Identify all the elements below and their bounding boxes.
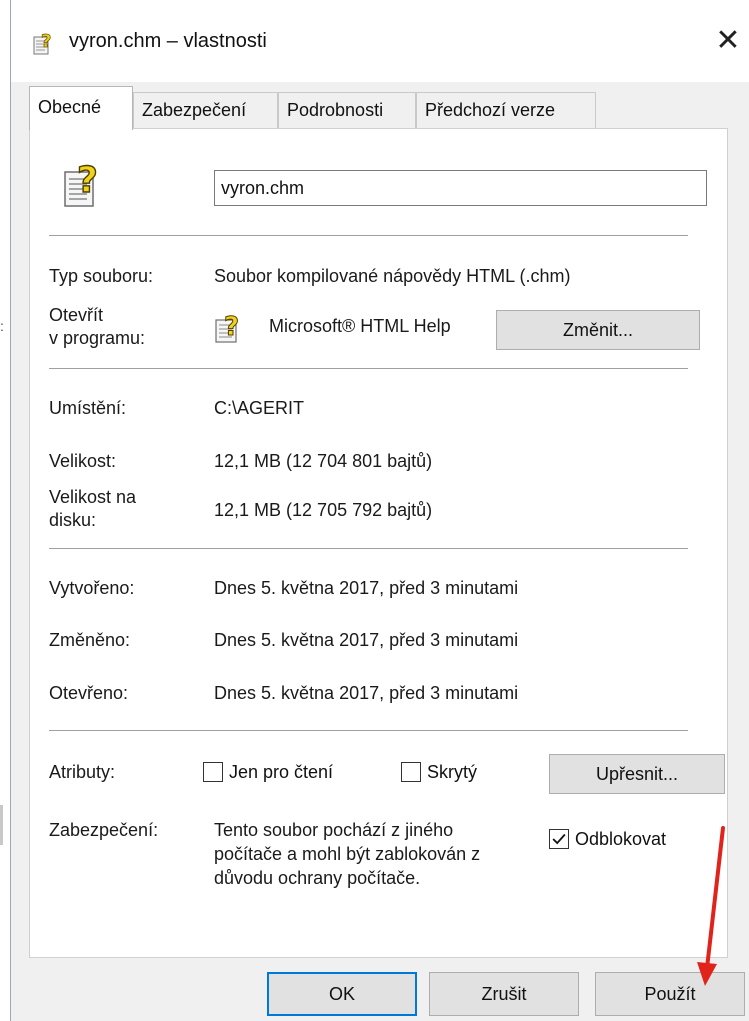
hidden-checkbox[interactable]: [401, 762, 421, 782]
close-icon[interactable]: ✕: [711, 24, 745, 58]
html-help-app-icon: ?: [215, 312, 240, 343]
accessed-label: Otevřeno:: [49, 683, 129, 703]
window-title: vyron.chm – vlastnosti: [69, 30, 267, 52]
file-type-value: Soubor kompilované nápovědy HTML (.chm): [214, 266, 571, 286]
security-text-line1: Tento soubor pochází z jiného: [214, 820, 454, 840]
size-value: 12,1 MB (12 704 801 bajtů): [214, 451, 433, 471]
location-value: C:\AGERIT: [214, 398, 305, 418]
change-button[interactable]: Změnit...: [496, 310, 700, 350]
created-value: Dnes 5. května 2017, před 3 minutami: [214, 578, 519, 598]
file-type-label: Typ souboru:: [49, 266, 154, 286]
title-bar[interactable]: ? vyron.chm – vlastnosti ✕: [11, 0, 749, 82]
checkmark-icon: [552, 833, 566, 845]
security-text-line3: důvodu ochrany počítače.: [214, 868, 421, 888]
tab-details[interactable]: Podrobnosti: [278, 92, 416, 128]
svg-text:?: ?: [77, 160, 98, 201]
attributes-label: Atributy:: [49, 762, 116, 782]
security-text-line2: počítače a mohl být zablokován z: [214, 844, 481, 864]
opens-with-label-line2: v programu:: [49, 328, 146, 348]
modified-value: Dnes 5. května 2017, před 3 minutami: [214, 630, 519, 650]
modified-label: Změněno:: [49, 630, 131, 650]
location-label: Umístění:: [49, 398, 127, 418]
left-edge-bar: [0, 805, 3, 845]
help-file-icon: ?: [33, 31, 52, 55]
opens-with-label-line1: Otevřít: [49, 305, 104, 325]
tab-security[interactable]: Zabezpečení: [133, 92, 278, 128]
cancel-button[interactable]: Zrušit: [429, 972, 579, 1016]
separator: [49, 235, 688, 236]
tab-general[interactable]: Obecné: [29, 86, 133, 130]
apply-button[interactable]: Použít: [595, 972, 745, 1016]
unblock-label[interactable]: Odblokovat: [575, 829, 666, 850]
file-name-field[interactable]: [214, 170, 707, 206]
separator: [49, 368, 688, 369]
left-edge-mark: :: [0, 318, 4, 334]
size-on-disk-label-line2: disku:: [49, 510, 97, 530]
separator: [49, 730, 688, 731]
separator: [49, 548, 688, 549]
ok-button[interactable]: OK: [267, 972, 417, 1016]
svg-text:?: ?: [41, 31, 51, 52]
properties-window: ? vyron.chm – vlastnosti ✕ Obecné Zabezp…: [10, 0, 749, 1021]
size-on-disk-value: 12,1 MB (12 705 792 bajtů): [214, 500, 433, 520]
size-on-disk-label-line1: Velikost na: [49, 487, 137, 507]
advanced-button[interactable]: Upřesnit...: [549, 754, 725, 794]
readonly-label[interactable]: Jen pro čtení: [229, 762, 333, 783]
svg-text:?: ?: [224, 312, 239, 342]
accessed-value: Dnes 5. května 2017, před 3 minutami: [214, 683, 519, 703]
security-label: Zabezpečení:: [49, 820, 159, 840]
opens-with-value: Microsoft® HTML Help: [269, 316, 451, 336]
created-label: Vytvořeno:: [49, 578, 135, 598]
readonly-checkbox[interactable]: [203, 762, 223, 782]
unblock-checkbox[interactable]: [549, 829, 569, 849]
tab-previous-versions[interactable]: Předchozí verze: [416, 92, 596, 128]
size-label: Velikost:: [49, 451, 117, 471]
hidden-label[interactable]: Skrytý: [427, 762, 477, 783]
help-file-large-icon: ?: [64, 159, 99, 207]
